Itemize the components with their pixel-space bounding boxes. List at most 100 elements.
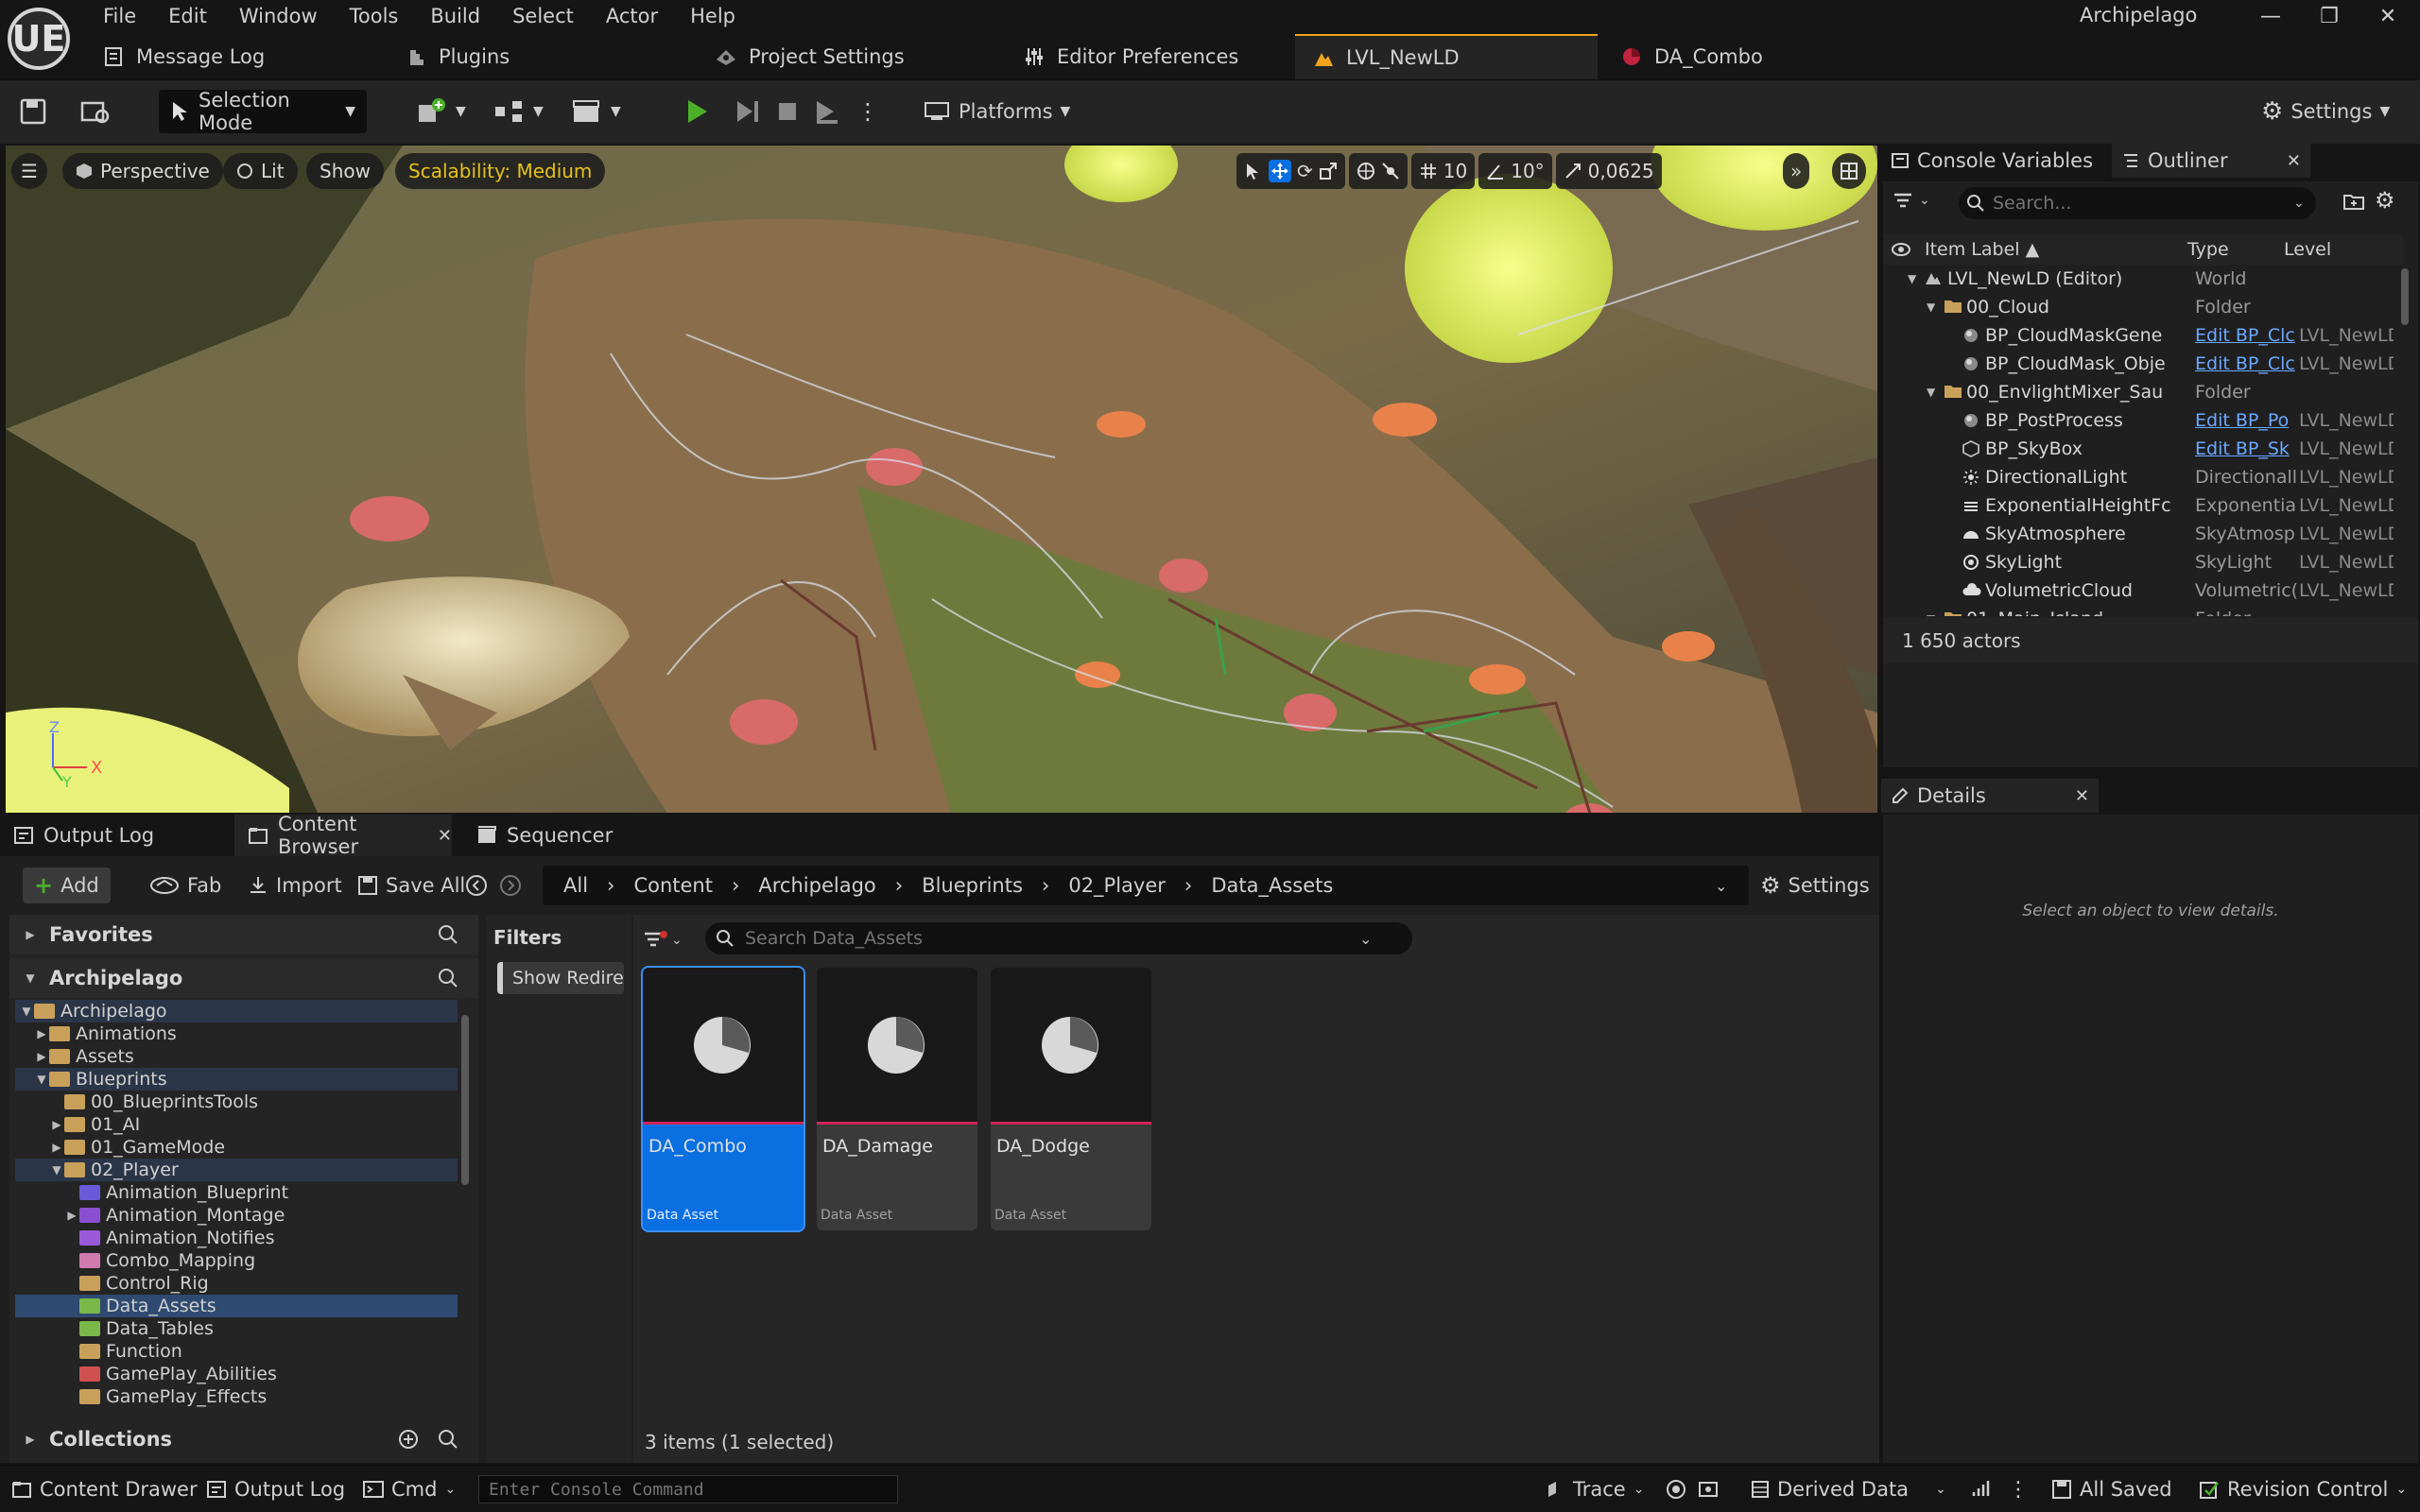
grid-snap-button[interactable]: 10 — [1410, 153, 1476, 189]
chevron-right-icon[interactable]: ▶ — [49, 1141, 64, 1154]
play-button[interactable] — [683, 90, 711, 133]
content-drawer-button[interactable]: Content Drawer — [11, 1471, 198, 1507]
tab-outliner[interactable]: Outliner ✕ — [2112, 144, 2310, 178]
column-item-label[interactable]: Item Label ▲ — [1925, 239, 2039, 260]
menu-window[interactable]: Window — [223, 0, 334, 32]
revision-control-dropdown[interactable]: Revision Control ⌄ — [2199, 1471, 2407, 1507]
more-tools-icon[interactable]: » — [1783, 153, 1810, 189]
menu-tools[interactable]: Tools — [334, 0, 415, 32]
asset-search-box[interactable]: ⌄ — [705, 922, 1412, 954]
search-icon[interactable] — [437, 967, 459, 989]
trace-dropdown[interactable]: Trace ⌄ — [1547, 1471, 1644, 1507]
chevron-right-icon[interactable]: ▶ — [34, 1027, 49, 1040]
folder-item[interactable]: ▶ Assets — [15, 1045, 458, 1068]
outliner-row[interactable]: ExponentialHeightFc Exponential LVL_NewLD — [1883, 491, 2403, 520]
history-forward-icon[interactable] — [495, 868, 526, 903]
unreal-logo-icon[interactable]: UE — [8, 8, 70, 70]
all-saved-button[interactable]: All Saved — [2051, 1471, 2172, 1507]
asset-tile[interactable]: DA_Dodge Data Asset — [991, 968, 1151, 1230]
tab-editor-preferences[interactable]: Editor Preferences — [1006, 34, 1299, 79]
cmd-dropdown[interactable]: Cmd ⌄ — [363, 1471, 456, 1507]
cb-settings-button[interactable]: ⚙ Settings — [1749, 868, 1881, 903]
folder-item[interactable]: Data_Tables — [15, 1317, 458, 1340]
browse-icon[interactable] — [79, 90, 112, 133]
outliner-row[interactable]: ▼ 01_Main_Island Folder — [1883, 605, 2403, 616]
chevron-down-icon[interactable]: ▼ — [1927, 301, 1935, 314]
play-options-icon[interactable]: ⋮ — [856, 90, 879, 133]
folder-item[interactable]: Control_Rig — [15, 1272, 458, 1295]
chevron-down-icon[interactable]: ⌄ — [1359, 930, 1372, 948]
visibility-icon[interactable] — [1891, 242, 1911, 257]
tab-plugins[interactable]: Plugins — [388, 34, 690, 79]
tab-content-browser[interactable]: Content Browser ✕ — [234, 813, 452, 858]
status-options-icon[interactable]: ⋮ — [2008, 1471, 2029, 1507]
outliner-filter-dropdown[interactable]: ⌄ — [1893, 191, 1930, 210]
chevron-down-icon[interactable]: ▼ — [19, 1005, 34, 1018]
menu-select[interactable]: Select — [496, 0, 590, 32]
edit-blueprint-link[interactable]: Edit BP_Po — [2195, 410, 2297, 431]
move-tool-icon[interactable] — [1269, 160, 1291, 182]
edit-blueprint-link[interactable]: Edit BP_Sk — [2195, 438, 2297, 459]
chevron-down-icon[interactable]: ▼ — [1908, 272, 1916, 285]
surface-snap-icon[interactable] — [1381, 162, 1400, 180]
outliner-row[interactable]: ▼ 00_Cloud Folder — [1883, 293, 2403, 321]
chevron-down-icon[interactable]: ▼ — [34, 1073, 49, 1086]
tab-project-settings[interactable]: Project Settings — [698, 34, 1000, 79]
breadcrumb-item[interactable]: Blueprints — [922, 874, 1023, 897]
eject-icon[interactable] — [813, 90, 841, 133]
derived-data-dropdown[interactable]: Derived Data ⌄ — [1751, 1471, 1946, 1507]
network-icon[interactable] — [1970, 1471, 1991, 1507]
asset-tile[interactable]: DA_Combo Data Asset — [641, 966, 805, 1232]
asset-search-input[interactable] — [745, 928, 1350, 949]
close-window-icon[interactable]: ✕ — [2360, 2, 2416, 32]
outliner-row[interactable]: BP_CloudMaskGene Edit BP_Clc LVL_NewLD — [1883, 321, 2403, 350]
chevron-down-icon[interactable]: ▼ — [1927, 386, 1935, 399]
edit-blueprint-link[interactable]: Edit BP_Clc — [2195, 325, 2297, 346]
outliner-scrollbar[interactable] — [2401, 268, 2409, 325]
favorites-header[interactable]: ▶ Favorites — [9, 915, 478, 954]
output-log-button[interactable]: Output Log — [206, 1471, 345, 1507]
folder-item[interactable]: ▶ 01_AI — [15, 1113, 458, 1136]
import-button[interactable]: Import — [236, 868, 354, 903]
add-button[interactable]: + Add — [23, 868, 111, 903]
tab-da-combo[interactable]: DA_Combo — [1603, 34, 1887, 79]
outliner-row[interactable]: BP_SkyBox Edit BP_Sk LVL_NewLD — [1883, 435, 2403, 463]
outliner-row[interactable]: VolumetricCloud Volumetric(LVL_NewLD — [1883, 576, 2403, 605]
folder-item[interactable]: Function — [15, 1340, 458, 1363]
save-icon[interactable] — [19, 90, 47, 133]
outliner-search-box[interactable]: ⌄ — [1959, 187, 2316, 219]
folder-item[interactable]: Animation_Notifies — [15, 1227, 458, 1249]
viewport-layout-icon[interactable] — [1832, 153, 1866, 189]
step-icon[interactable] — [734, 90, 762, 133]
outliner-search-input[interactable] — [1993, 193, 2286, 214]
tab-output-log[interactable]: Output Log — [0, 815, 223, 856]
console-command-input[interactable] — [478, 1475, 898, 1503]
search-icon[interactable] — [437, 923, 459, 946]
collections-header[interactable]: ▶ Collections — [9, 1419, 478, 1459]
select-tool-icon[interactable] — [1244, 162, 1263, 180]
folder-item[interactable]: GamePlay_Abilities — [15, 1363, 458, 1385]
outliner-row[interactable]: SkyAtmosphere SkyAtmosp LVL_NewLD — [1883, 520, 2403, 548]
outliner-row[interactable]: ▼ LVL_NewLD (Editor) World — [1883, 265, 2403, 293]
world-coords-icon[interactable] — [1357, 162, 1375, 180]
outliner-row[interactable]: DirectionalLight Directionall LVL_NewLD — [1883, 463, 2403, 491]
chevron-down-icon[interactable]: ⌄ — [2293, 196, 2305, 211]
scale-tool-icon[interactable] — [1319, 162, 1338, 180]
tree-scrollbar[interactable] — [461, 1015, 469, 1185]
rotation-snap-button[interactable]: 10° — [1478, 153, 1552, 189]
save-all-button[interactable]: Save All — [346, 868, 476, 903]
record-icon[interactable] — [1666, 1471, 1686, 1507]
folder-item[interactable]: 00_BlueprintsTools — [15, 1091, 458, 1113]
folder-item[interactable]: ▶ Animation_Montage — [15, 1204, 458, 1227]
menu-edit[interactable]: Edit — [152, 0, 223, 32]
tab-lvl-newld[interactable]: LVL_NewLD — [1295, 34, 1598, 79]
tab-message-log[interactable]: Message Log — [85, 34, 378, 79]
breadcrumb-item[interactable]: All — [563, 874, 588, 897]
platforms-dropdown[interactable]: Platforms ▼ — [923, 90, 1070, 133]
blueprint-button[interactable]: ▼ — [493, 90, 544, 133]
cinematics-button[interactable]: ▼ — [571, 90, 621, 133]
minimize-icon[interactable]: — — [2242, 2, 2299, 32]
outliner-row[interactable]: BP_CloudMask_Obje Edit BP_Clc LVL_NewLD — [1883, 350, 2403, 378]
outliner-row[interactable]: SkyLight SkyLight LVL_NewLD — [1883, 548, 2403, 576]
column-level[interactable]: Level — [2284, 239, 2331, 260]
